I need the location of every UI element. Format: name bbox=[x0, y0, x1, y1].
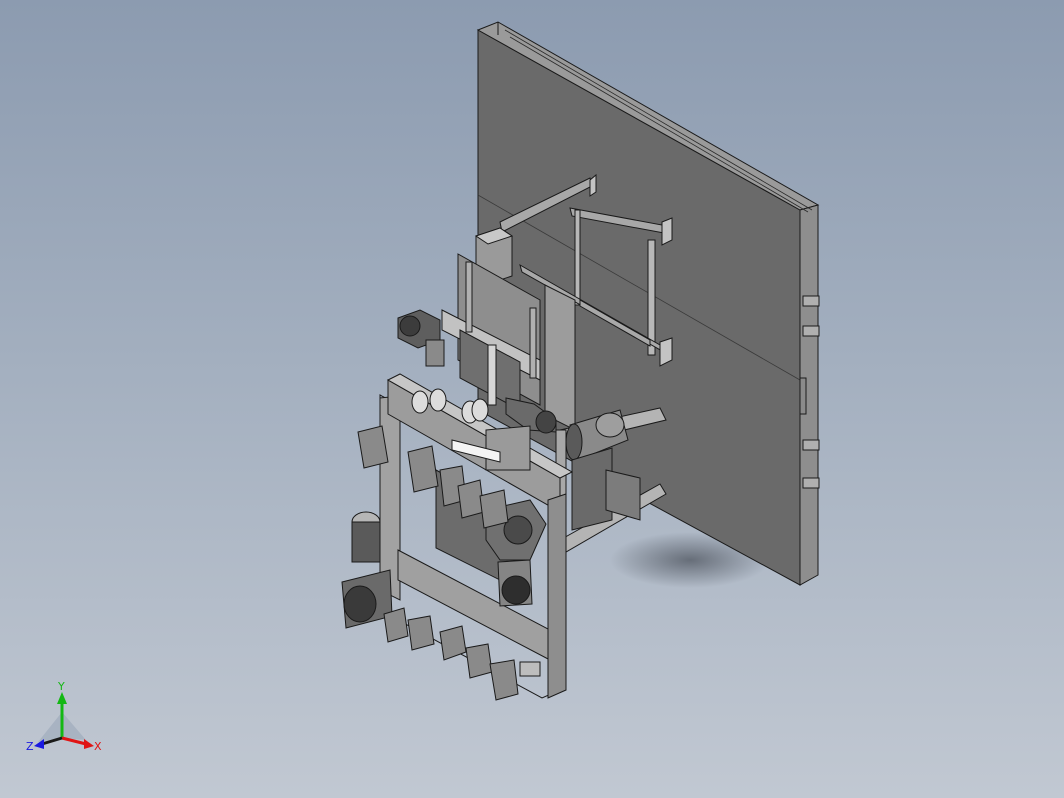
z-axis-cone bbox=[34, 739, 44, 749]
x-axis-label: X bbox=[94, 740, 102, 753]
cad-graphics-area[interactable]: Y X Z bbox=[0, 0, 1064, 798]
x-axis-cone bbox=[84, 739, 94, 749]
left-servo-motor[interactable] bbox=[397, 309, 445, 367]
view-orientation-triad[interactable]: Y X Z bbox=[24, 682, 108, 758]
y-axis-label: Y bbox=[57, 682, 65, 693]
y-axis-cone bbox=[57, 692, 67, 704]
assembly-model[interactable] bbox=[0, 0, 1064, 798]
z-axis-label: Z bbox=[26, 740, 34, 753]
